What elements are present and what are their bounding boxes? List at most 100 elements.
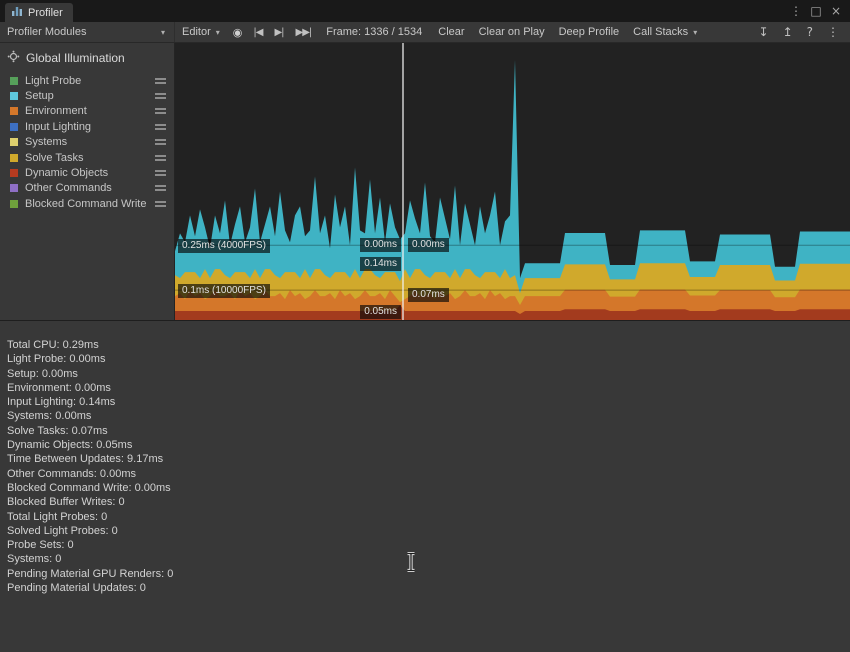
stat-line: Pending Material GPU Renders: 0	[7, 567, 842, 581]
drag-handle-icon[interactable]	[155, 124, 166, 130]
help-icon[interactable]: ?	[800, 25, 820, 39]
stat-line: Solve Tasks: 0.07ms	[7, 424, 842, 438]
text-cursor	[405, 552, 417, 576]
titlebar: Profiler ⋮ □ ×	[0, 0, 850, 22]
drag-handle-icon[interactable]	[155, 185, 166, 191]
drag-handle-icon[interactable]	[155, 170, 166, 176]
stat-line: Pending Material Updates: 0	[7, 581, 842, 595]
current-frame-button[interactable]: ▶▶|	[290, 22, 318, 42]
module-header[interactable]: Global Illumination	[0, 47, 174, 73]
gridline-label: 0.25ms (4000FPS)	[178, 239, 270, 253]
editor-dropdown[interactable]: Editor ▾	[175, 22, 227, 42]
cpu-usage-chart[interactable]: 0.25ms (4000FPS) 0.1ms (10000FPS) 0.00ms 0.…	[175, 43, 850, 320]
drag-handle-icon[interactable]	[155, 93, 166, 99]
stat-line: Solved Light Probes: 0	[7, 524, 842, 538]
selected-frame-value-label: 0.14ms	[360, 257, 401, 271]
next-frame-button[interactable]: ▶|	[268, 22, 289, 42]
frame-details-panel: Total CPU: 0.29msLight Probe: 0.00msSetu…	[0, 321, 850, 651]
legend-item-environment[interactable]: Environment	[0, 104, 174, 119]
legend-item-other-commands[interactable]: Other Commands	[0, 181, 174, 196]
legend-item-label: Dynamic Objects	[25, 167, 148, 179]
deep-profile-label: Deep Profile	[559, 26, 620, 38]
legend-item-label: Systems	[25, 136, 148, 148]
save-profile-icon[interactable]: ↥	[776, 25, 800, 39]
legend-item-label: Environment	[25, 105, 148, 117]
clear-on-play-toggle[interactable]: Clear on Play	[472, 22, 552, 42]
profiler-modules-dropdown[interactable]: Profiler Modules ▾	[0, 22, 175, 42]
stat-line: Systems: 0	[7, 552, 842, 566]
legend-item-setup[interactable]: Setup	[0, 88, 174, 103]
record-button[interactable]: ◉	[227, 22, 248, 42]
stat-line: Other Commands: 0.00ms	[7, 467, 842, 481]
legend-color-swatch	[10, 77, 18, 85]
stat-line: Dynamic Objects: 0.05ms	[7, 438, 842, 452]
module-legend-panel: Global Illumination Light Probe Setup Envi…	[0, 43, 175, 320]
legend-color-swatch	[10, 154, 18, 162]
profiler-window: { "window": { "tab_title": "Profiler", "…	[0, 0, 850, 652]
editor-label: Editor	[182, 26, 211, 38]
legend-item-input-lighting[interactable]: Input Lighting	[0, 119, 174, 134]
stat-line: Time Between Updates: 9.17ms	[7, 452, 842, 466]
toolbar-right-group: ↧ ↥ ? ⋮	[752, 25, 850, 39]
legend-item-label: Setup	[25, 90, 148, 102]
drag-handle-icon[interactable]	[155, 108, 166, 114]
prev-frame-button[interactable]: |◀	[247, 22, 268, 42]
profiler-icon	[11, 5, 23, 20]
stat-lines: Total CPU: 0.29msLight Probe: 0.00msSetu…	[7, 338, 842, 595]
selected-frame-value-label: 0.05ms	[360, 305, 401, 319]
stat-line: Probe Sets: 0	[7, 538, 842, 552]
stat-line: Total CPU: 0.29ms	[7, 338, 842, 352]
window-controls: ⋮ □ ×	[787, 0, 850, 22]
legend-item-solve-tasks[interactable]: Solve Tasks	[0, 150, 174, 165]
legend-item-systems[interactable]: Systems	[0, 135, 174, 150]
legend-color-swatch	[10, 107, 18, 115]
legend-color-swatch	[10, 123, 18, 131]
profiler-tab[interactable]: Profiler	[5, 3, 73, 22]
chart-canvas	[175, 43, 850, 320]
window-menu-icon[interactable]: ⋮	[787, 2, 805, 20]
stat-line: Systems: 0.00ms	[7, 409, 842, 423]
drag-handle-icon[interactable]	[155, 139, 166, 145]
drag-handle-icon[interactable]	[155, 155, 166, 161]
clear-on-play-label: Clear on Play	[479, 26, 545, 38]
tab-title: Profiler	[28, 7, 63, 19]
legend-color-swatch	[10, 92, 18, 100]
module-title: Global Illumination	[26, 51, 125, 65]
kebab-menu-icon[interactable]: ⋮	[820, 25, 846, 39]
stat-line: Blocked Buffer Writes: 0	[7, 495, 842, 509]
stat-line: Input Lighting: 0.14ms	[7, 395, 842, 409]
legend-item-label: Solve Tasks	[25, 152, 148, 164]
legend-item-label: Input Lighting	[25, 121, 148, 133]
chevron-down-icon: ▾	[216, 28, 220, 37]
selected-frame-value-label: 0.07ms	[408, 288, 449, 302]
selected-frame-value-label: 0.00ms	[408, 238, 449, 252]
legend-item-blocked-command-write[interactable]: Blocked Command Write	[0, 196, 174, 211]
global-illumination-icon	[7, 50, 20, 66]
legend-items: Light Probe Setup Environment Input Lightin…	[0, 73, 174, 212]
chart-row: Global Illumination Light Probe Setup Envi…	[0, 43, 850, 321]
stat-line: Total Light Probes: 0	[7, 510, 842, 524]
legend-item-light-probe[interactable]: Light Probe	[0, 73, 174, 88]
load-profile-icon[interactable]: ↧	[752, 25, 776, 39]
gridline-label: 0.1ms (10000FPS)	[178, 284, 270, 298]
stat-line: Blocked Command Write: 0.00ms	[7, 481, 842, 495]
drag-handle-icon[interactable]	[155, 201, 166, 207]
legend-item-label: Light Probe	[25, 75, 148, 87]
call-stacks-label: Call Stacks	[633, 26, 688, 38]
deep-profile-toggle[interactable]: Deep Profile	[552, 22, 627, 42]
legend-item-dynamic-objects[interactable]: Dynamic Objects	[0, 165, 174, 180]
frame-display: Frame: 1336 / 1534	[317, 26, 431, 38]
legend-color-swatch	[10, 169, 18, 177]
clear-label: Clear	[438, 26, 464, 38]
legend-item-label: Blocked Command Write	[25, 198, 148, 210]
chevron-down-icon: ▾	[693, 28, 697, 37]
maximize-icon[interactable]: □	[807, 2, 825, 20]
record-icon: ◉	[233, 26, 242, 39]
clear-button[interactable]: Clear	[431, 22, 471, 42]
call-stacks-dropdown[interactable]: Call Stacks ▾	[626, 22, 704, 42]
close-icon[interactable]: ×	[827, 2, 845, 20]
stat-line: Environment: 0.00ms	[7, 381, 842, 395]
drag-handle-icon[interactable]	[155, 78, 166, 84]
legend-color-swatch	[10, 200, 18, 208]
profiler-modules-label: Profiler Modules	[7, 26, 86, 38]
